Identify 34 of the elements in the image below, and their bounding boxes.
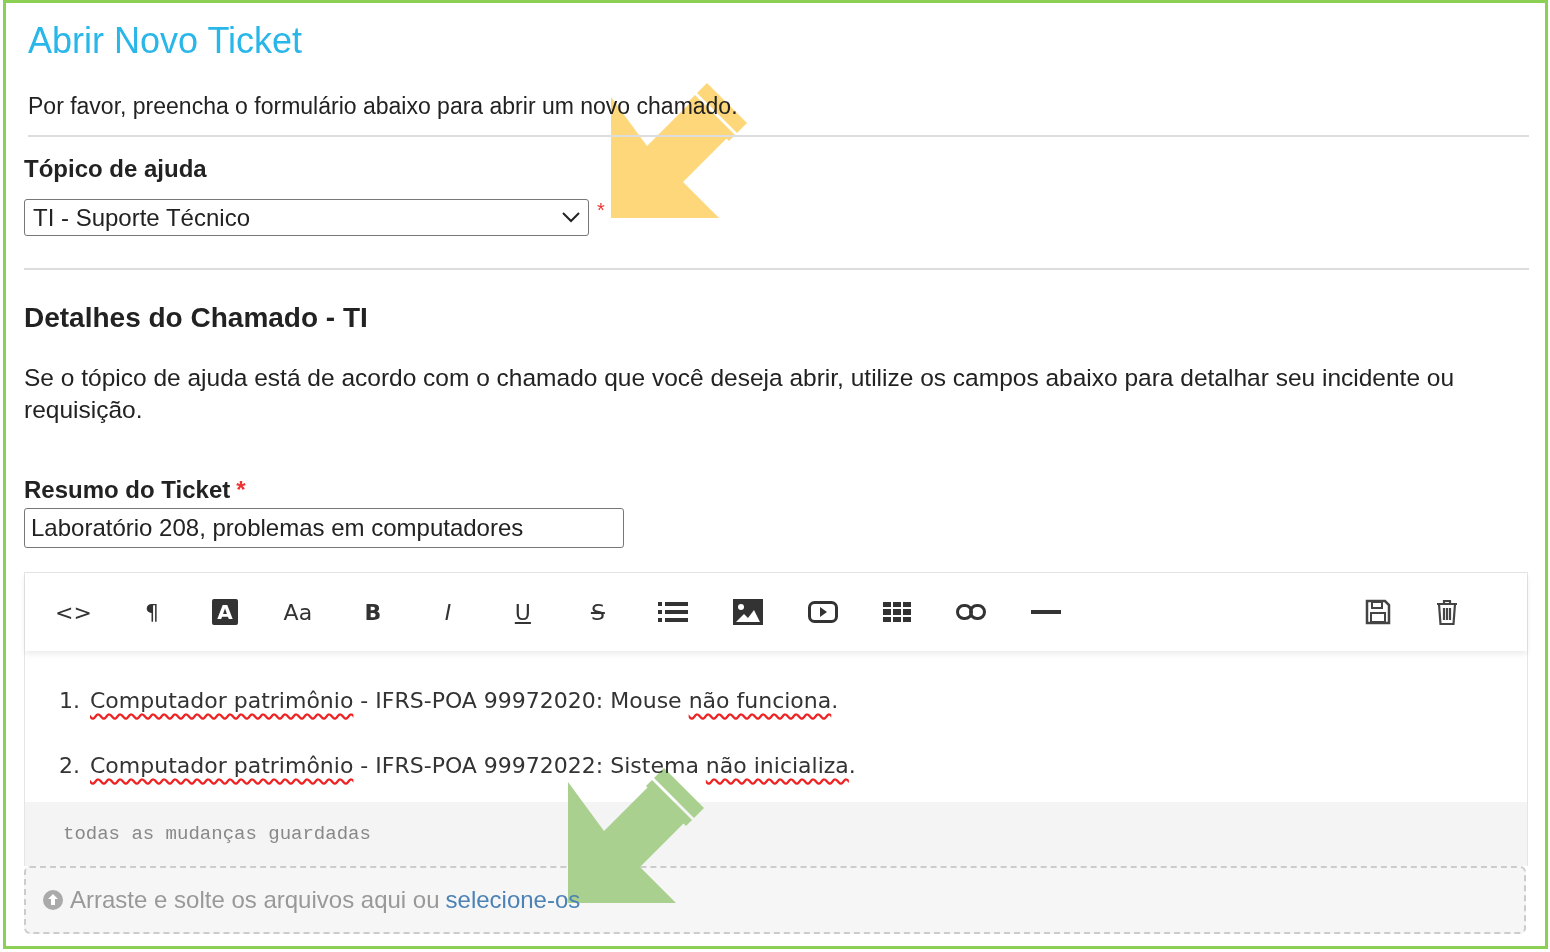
required-mark: *: [236, 475, 246, 505]
format-button[interactable]: Aa: [282, 597, 313, 627]
list-number: 2.: [59, 752, 80, 780]
field-label: Resumo do Ticket: [24, 475, 231, 505]
list-icon[interactable]: [657, 601, 688, 623]
summary-input[interactable]: Laboratório 208, problemas em computadores: [24, 508, 624, 548]
section-heading: Detalhes do Chamado - TI: [24, 301, 369, 335]
link-icon[interactable]: [955, 604, 986, 620]
list-item-text: Computador patrimônio - IFRS-POA 99972022: Sistema não inicializa.: [90, 752, 856, 780]
trash-icon[interactable]: [1436, 599, 1458, 625]
status-text: todas as mudanças guardadas: [63, 823, 371, 845]
italic-button[interactable]: I: [432, 597, 463, 627]
table-icon[interactable]: [882, 602, 911, 622]
image-icon[interactable]: [732, 599, 763, 625]
select-files-link[interactable]: selecione-os: [445, 886, 581, 914]
upload-icon: [42, 889, 64, 911]
page-title: Abrir Novo Ticket: [28, 19, 304, 63]
chevron-down-icon: [562, 212, 580, 223]
required-mark: *: [597, 199, 605, 222]
format-button[interactable]: ¶: [136, 597, 167, 627]
bold-button[interactable]: B: [357, 597, 388, 627]
list-number: 1.: [59, 687, 80, 715]
field-label: Tópico de ajuda: [24, 154, 208, 184]
file-dropzone[interactable]: Arraste e solte os arquivos aqui ou selecione-os: [24, 866, 1526, 934]
list-item-text: Computador patrimônio - IFRS-POA 99972020: Mouse não funciona.: [90, 687, 839, 715]
strikethrough-button[interactable]: S: [582, 597, 613, 627]
save-icon[interactable]: [1365, 599, 1391, 625]
text-color-button[interactable]: A: [211, 599, 238, 625]
video-icon[interactable]: [807, 601, 838, 623]
dropzone-text: Arraste e solte os arquivos aqui ou: [70, 886, 440, 914]
section-description: Se o tópico de ajuda está de acordo com o chamado que você deseja abrir, utilize os campos abaixo para detalhar seu incidente ou requisição.: [24, 363, 1456, 425]
underline-button[interactable]: U: [507, 597, 538, 627]
format-button[interactable]: <>: [55, 597, 92, 627]
topic-select[interactable]: TI - Suporte Técnico: [24, 199, 589, 236]
